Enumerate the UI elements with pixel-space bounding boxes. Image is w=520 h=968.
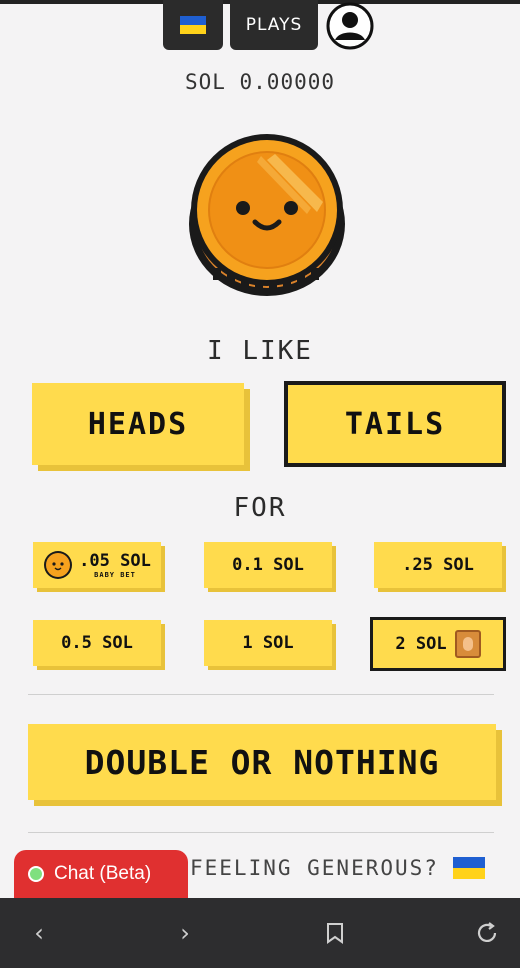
- bet-prompt: FOR: [233, 493, 287, 523]
- bet-option-label: .25 SOL: [402, 555, 474, 575]
- profile-button[interactable]: [326, 2, 374, 50]
- divider: [28, 694, 494, 695]
- bet-option-2[interactable]: 2 SOL: [370, 617, 506, 671]
- bookmark-icon[interactable]: [320, 918, 350, 948]
- plays-label: PLAYS: [245, 15, 303, 35]
- user-profile-icon: [326, 2, 374, 50]
- donate-link[interactable]: FEELING GENEROUS?: [190, 856, 485, 880]
- choice-prompt: I LIKE: [207, 336, 313, 366]
- bet-option-label: 0.5 SOL: [61, 633, 133, 653]
- double-or-nothing-button[interactable]: DOUBLE OR NOTHING: [28, 724, 496, 800]
- bet-option-05[interactable]: 0.5 SOL: [33, 620, 161, 666]
- browser-toolbar: ‹ ›: [0, 898, 520, 968]
- nft-avatar-icon: [454, 630, 481, 658]
- bet-option-label: 2 SOL: [395, 634, 447, 654]
- divider: [28, 832, 494, 833]
- bet-option-label: 0.1 SOL: [232, 555, 304, 575]
- ukraine-flag-icon: [452, 857, 485, 879]
- balance-display: SOL 0.00000: [184, 70, 336, 94]
- reload-icon[interactable]: [472, 918, 502, 948]
- plays-tab[interactable]: PLAYS: [230, 0, 318, 50]
- smiling-coin-icon: [44, 551, 73, 579]
- tails-button[interactable]: TAILS: [284, 381, 506, 467]
- chat-label: Chat (Beta): [54, 863, 152, 884]
- bet-option-label: 1 SOL: [242, 633, 294, 653]
- back-icon[interactable]: ‹: [24, 918, 54, 948]
- generous-label: FEELING GENEROUS?: [190, 856, 439, 880]
- bet-option-label: .05 SOL: [79, 551, 151, 571]
- chat-button[interactable]: Chat (Beta): [14, 850, 188, 898]
- bet-option-005[interactable]: .05 SOL BABY BET: [33, 542, 161, 588]
- heads-button[interactable]: HEADS: [32, 383, 244, 465]
- online-status-icon: [28, 866, 44, 882]
- language-tab[interactable]: [163, 0, 223, 50]
- smiling-coin-icon: [183, 130, 351, 300]
- bet-option-1[interactable]: 1 SOL: [204, 620, 332, 666]
- bet-option-sublabel: BABY BET: [94, 571, 136, 579]
- forward-icon[interactable]: ›: [170, 918, 200, 948]
- ukraine-flag-icon: [180, 16, 206, 34]
- bet-option-01[interactable]: 0.1 SOL: [204, 542, 332, 588]
- bet-option-025[interactable]: .25 SOL: [374, 542, 502, 588]
